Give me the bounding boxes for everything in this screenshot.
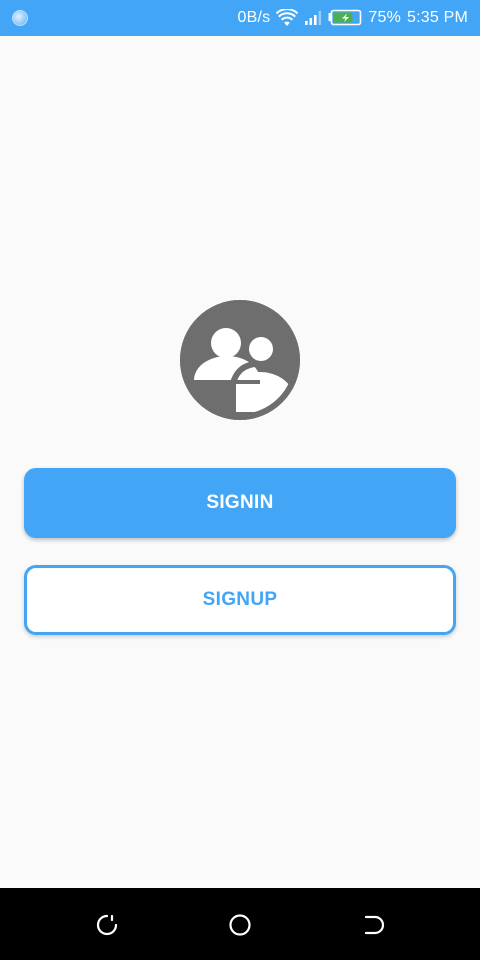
home-icon[interactable] bbox=[227, 912, 253, 938]
status-bar: 0B/s 75% 5:35 PM bbox=[0, 0, 480, 36]
battery-charging-icon bbox=[328, 9, 362, 27]
status-left bbox=[12, 10, 28, 26]
status-right: 0B/s 75% 5:35 PM bbox=[238, 9, 468, 27]
people-group-icon bbox=[180, 300, 300, 420]
signup-button[interactable]: SIGNUP bbox=[24, 565, 456, 635]
network-speed: 0B/s bbox=[237, 9, 271, 26]
back-icon[interactable] bbox=[94, 912, 120, 938]
battery-percent: 75% bbox=[368, 9, 401, 26]
signin-button-label: SIGNIN bbox=[206, 492, 274, 513]
notification-dot-icon bbox=[12, 10, 28, 26]
signup-button-label: SIGNUP bbox=[202, 589, 278, 610]
clock: 5:35 PM bbox=[407, 9, 468, 26]
wifi-icon bbox=[276, 9, 299, 27]
cell-signal-icon bbox=[304, 10, 322, 26]
signin-button[interactable]: SIGNIN bbox=[24, 468, 456, 538]
recent-apps-icon[interactable] bbox=[360, 912, 386, 938]
navigation-bar bbox=[0, 888, 480, 960]
